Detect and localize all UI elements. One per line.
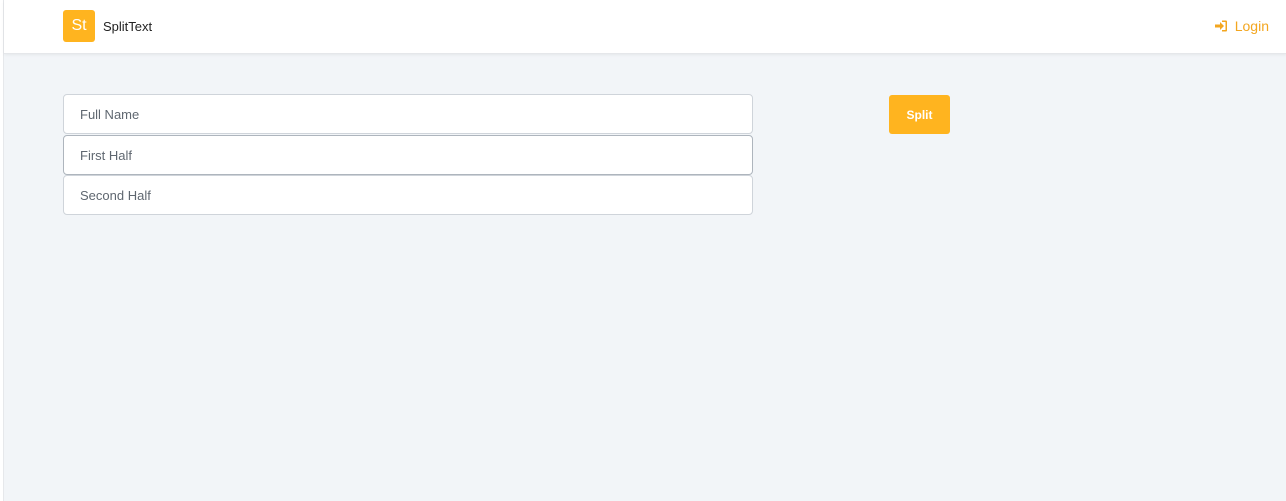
split-button[interactable]: Split	[889, 95, 950, 134]
sign-in-icon	[1214, 19, 1228, 33]
brand-name: SplitText	[103, 18, 153, 34]
brand-logo: St	[63, 10, 95, 42]
navbar: St SplitText Login	[4, 0, 1286, 54]
login-label: Login	[1234, 18, 1269, 34]
app-frame: St SplitText Login Split	[3, 0, 1286, 501]
login-link[interactable]: Login	[1214, 18, 1269, 34]
full-name-input[interactable]	[63, 94, 753, 134]
brand[interactable]: St SplitText	[63, 10, 152, 42]
first-half-input[interactable]	[63, 135, 753, 175]
second-half-input[interactable]	[63, 175, 753, 215]
